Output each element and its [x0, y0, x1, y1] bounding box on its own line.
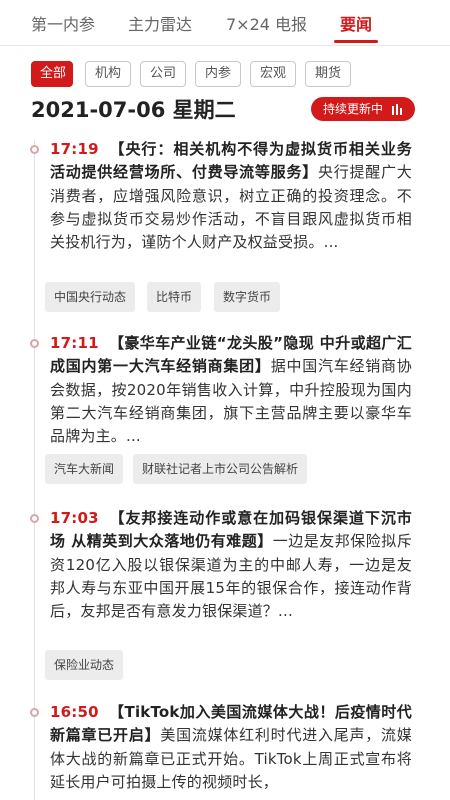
active-tab-indicator [334, 40, 378, 43]
timeline-dot [30, 339, 39, 348]
timeline-line [34, 140, 35, 800]
top-nav: 第一内参 主力雷达 7×24 电报 要闻 [0, 0, 450, 46]
tag-digital-currency[interactable]: 数字货币 [214, 282, 281, 312]
tag-pboc[interactable]: 中国央行动态 [45, 282, 136, 312]
news-item[interactable]: 17:03 【友邦接连动作或意在加码银保渠道下沉市场 从精英到大众落地仍有难题】一… [50, 507, 412, 623]
timeline-dot [30, 514, 39, 523]
timeline-dot [30, 708, 39, 717]
news-time: 17:03 [50, 509, 99, 527]
filter-chip-futures[interactable]: 期货 [305, 61, 351, 87]
tab-first-insider[interactable]: 第一内参 [31, 11, 95, 35]
tag-auto-news[interactable]: 汽车大新闻 [45, 454, 124, 484]
filter-chip-macro[interactable]: 宏观 [250, 61, 296, 87]
news-item[interactable]: 16:50 【TikTok加入美国流媒体大战！后疫情时代新篇章已开启】美国流媒体红… [50, 701, 412, 794]
tag-announcement-analysis[interactable]: 财联社记者上市公司公告解析 [133, 454, 308, 484]
news-time: 16:50 [50, 703, 99, 721]
news-time: 17:19 [50, 140, 99, 158]
tab-telegraph[interactable]: 7×24 电报 [226, 11, 307, 35]
filter-chip-all[interactable]: 全部 [31, 61, 73, 87]
timeline-dot [30, 145, 39, 154]
news-time: 17:11 [50, 334, 99, 352]
tag-bitcoin[interactable]: 比特币 [147, 282, 202, 312]
tag-insurance[interactable]: 保险业动态 [45, 650, 124, 680]
filter-chip-company[interactable]: 公司 [140, 61, 186, 87]
date-header: 2021-07-06 星期二 [31, 98, 236, 122]
live-update-button[interactable]: 持续更新中 [311, 97, 415, 121]
filter-chip-institution[interactable]: 机构 [85, 61, 131, 87]
bar-chart-icon [392, 104, 404, 115]
tab-headlines[interactable]: 要闻 [340, 11, 372, 35]
filter-chip-insider[interactable]: 内参 [195, 61, 241, 87]
news-item[interactable]: 17:19 【央行：相关机构不得为虚拟货币相关业务活动提供经营场所、付费导流等服务… [50, 138, 412, 254]
live-update-label: 持续更新中 [323, 102, 384, 116]
tab-main-radar[interactable]: 主力雷达 [128, 11, 192, 35]
news-item[interactable]: 17:11 【豪华车产业链“龙头股”隐现 中升或超广汇成国内第一大汽车经销商集团】… [50, 332, 412, 448]
